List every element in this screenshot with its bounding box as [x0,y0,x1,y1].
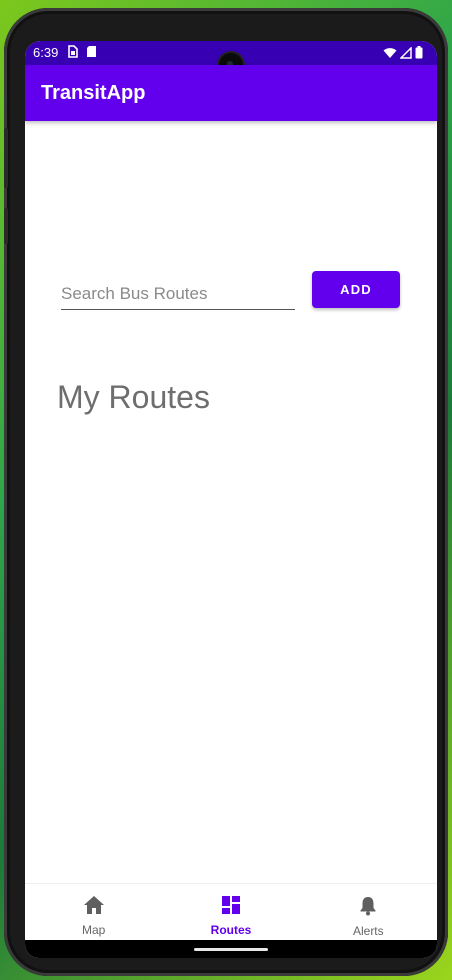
my-routes-heading: My Routes [57,379,210,415]
nav-label-alerts: Alerts [352,924,384,938]
add-button[interactable]: ADD [312,271,400,308]
gesture-area [25,940,437,958]
phone-frame: 6:39 TransitApp Search Bus Routes ADD My… [4,8,448,976]
home-icon [83,895,105,920]
bell-icon [358,895,378,921]
app-bar: TransitApp [25,65,437,121]
battery-icon [415,46,423,62]
signal-icon [399,45,412,62]
search-routes-input[interactable] [61,279,295,310]
nav-item-routes[interactable]: Routes [162,884,299,941]
app-title: TransitApp [41,82,146,104]
dashboard-icon [221,895,241,920]
volume-button [4,128,8,188]
bottom-navigation: Map Routes Alerts [25,883,437,941]
power-button [4,208,8,244]
nav-label-routes: Routes [210,923,252,937]
status-time: 6:39 [33,45,59,60]
nav-item-map[interactable]: Map [25,884,162,941]
screen: 6:39 TransitApp Search Bus Routes ADD My… [25,41,437,958]
nav-label-map: Map [81,923,106,937]
home-gesture-bar[interactable] [194,948,268,951]
sd-card-icon [86,45,97,61]
nav-item-alerts[interactable]: Alerts [300,884,437,941]
wifi-icon [383,47,397,62]
sim-card-icon [67,45,78,61]
